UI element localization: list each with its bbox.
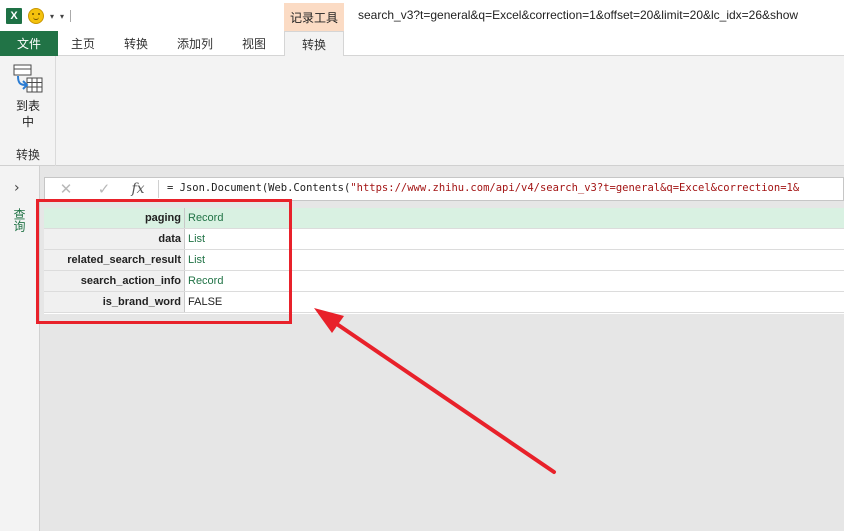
into-table-label: 到表中 xyxy=(16,99,41,129)
window-title: search_v3?t=general&q=Excel&correction=1… xyxy=(358,8,799,22)
chevron-down-icon[interactable]: ▾ xyxy=(50,12,54,21)
ribbon-group-convert: 到表中 转换 xyxy=(0,56,56,166)
context-tab-header-record-tools: 记录工具 xyxy=(284,3,344,31)
confirm-formula-icon[interactable]: ✓ xyxy=(89,178,119,200)
formula-url-string: "https://www.zhihu.com/api/v4/search_v3?… xyxy=(350,182,800,194)
into-table-icon xyxy=(13,64,43,93)
formula-prefix: = Json.Document(Web.Contents( xyxy=(167,182,351,194)
title-bar: X ▾ ▾ 记录工具 search_v3?t=general&q=Excel&c… xyxy=(0,0,844,31)
ribbon: 到表中 转换 xyxy=(0,56,844,166)
tab-file[interactable]: 文件 xyxy=(0,31,58,56)
annotation-highlight-box xyxy=(36,199,292,324)
smiley-feedback-icon[interactable] xyxy=(28,8,44,24)
tab-view[interactable]: 视图 xyxy=(226,31,282,56)
formula-input[interactable]: = Json.Document(Web.Contents("https://ww… xyxy=(167,182,799,194)
formula-bar-divider xyxy=(158,180,159,198)
tab-add-column[interactable]: 添加列 xyxy=(164,31,226,56)
tab-record-transform[interactable]: 转换 xyxy=(284,31,344,57)
tab-home[interactable]: 主页 xyxy=(58,31,108,56)
formula-bar: ✕ ✓ fx = Json.Document(Web.Contents("htt… xyxy=(44,177,844,201)
queries-pane-label[interactable]: 查询 xyxy=(12,208,28,232)
excel-icon: X xyxy=(6,8,22,24)
tab-transform[interactable]: 转换 xyxy=(108,31,164,56)
fx-icon[interactable]: fx xyxy=(123,178,153,200)
quick-access-toolbar: X ▾ ▾ xyxy=(6,6,72,26)
cancel-formula-icon[interactable]: ✕ xyxy=(51,178,81,200)
expand-pane-icon[interactable]: › xyxy=(14,180,20,196)
queries-pane: › 查询 xyxy=(0,166,40,531)
ribbon-group-label: 转换 xyxy=(15,148,40,162)
into-table-button[interactable]: 到表中 xyxy=(6,64,50,136)
qat-divider xyxy=(70,10,72,22)
customize-qat-icon[interactable]: ▾ xyxy=(60,12,64,21)
ribbon-tab-bar: 文件 主页 转换 添加列 视图 转换 xyxy=(0,31,844,57)
